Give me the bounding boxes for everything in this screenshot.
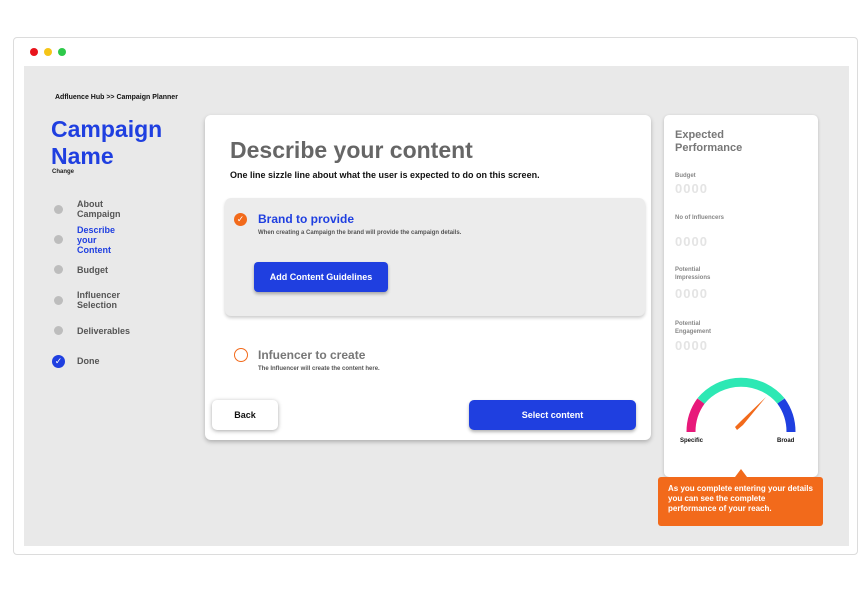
maximize-window-icon[interactable] [58, 48, 66, 56]
step-label: Deliverables [77, 325, 131, 336]
check-icon: ✓ [52, 354, 65, 368]
radio-checked-icon[interactable]: ✓ [234, 213, 247, 226]
breadcrumb: Adfluence Hub >> Campaign Planner [55, 94, 178, 101]
back-button[interactable]: Back [212, 400, 278, 430]
gauge-left-segment [686, 398, 705, 433]
add-content-guidelines-button[interactable]: Add Content Guidelines [254, 262, 388, 292]
select-content-button[interactable]: Select content [469, 400, 636, 430]
gauge-right-segment [777, 398, 796, 433]
performance-tooltip: As you complete entering your details yo… [658, 477, 823, 526]
metric-label-budget: Budget [675, 173, 696, 179]
metric-value-influencers: 0000 [675, 234, 708, 249]
minimize-window-icon[interactable] [44, 48, 52, 56]
app-canvas: Adfluence Hub >> Campaign Planner Campai… [24, 66, 849, 546]
window-controls [30, 48, 66, 56]
step-influencer-selection[interactable]: Influencer Selection [52, 285, 120, 315]
gauge-label-specific: Specific [680, 438, 704, 444]
page-title: Describe your content [230, 137, 473, 163]
campaign-name: Campaign Name [51, 116, 163, 169]
step-dot-icon [54, 204, 63, 214]
change-campaign-link[interactable]: Change [52, 169, 74, 175]
gauge-needle [735, 397, 766, 430]
gauge-middle-segment [697, 377, 785, 404]
step-label: About Campaign [77, 199, 121, 220]
metric-label-engagement: Potential Engagement [675, 321, 712, 335]
step-done[interactable]: ✓ Done [52, 346, 100, 376]
step-dot-icon [54, 265, 63, 275]
step-about-campaign[interactable]: About Campaign [52, 194, 121, 224]
expected-performance-panel: Expected Performance Budget 0000 No of I… [664, 115, 818, 477]
step-dot-icon [54, 235, 63, 245]
metric-value-budget: 0000 [675, 181, 708, 196]
metric-label-impressions: Potential Impressions [675, 267, 711, 281]
step-label: Done [77, 356, 100, 367]
option-description: The Influencer will create the content h… [258, 366, 380, 372]
gauge-label-broad: Broad [777, 438, 795, 444]
option-title: Infuencer to create [258, 348, 366, 362]
step-describe-content[interactable]: Describe your Content [52, 224, 115, 255]
content-card: Describe your content One line sizzle li… [205, 115, 651, 440]
step-budget[interactable]: Budget [52, 255, 108, 285]
close-window-icon[interactable] [30, 48, 38, 56]
option-title: Brand to provide [258, 212, 355, 226]
metric-label-influencers: No of Influencers [675, 215, 725, 221]
metric-value-engagement: 0000 [675, 338, 708, 353]
step-dot-icon [54, 295, 63, 305]
performance-title: Expected Performance [675, 129, 743, 154]
reach-gauge-icon [686, 377, 796, 433]
option-description: When creating a Campaign the brand will … [258, 230, 462, 236]
step-deliverables[interactable]: Deliverables [52, 316, 130, 346]
step-label: Budget [77, 264, 108, 275]
tooltip-arrow [735, 469, 747, 477]
metric-value-impressions: 0000 [675, 286, 708, 301]
app-window: Adfluence Hub >> Campaign Planner Campai… [13, 37, 858, 555]
step-list: About Campaign Describe your Content Bud… [52, 194, 130, 376]
page-subtitle: One line sizzle line about what the user… [230, 170, 540, 180]
radio-unchecked-icon[interactable] [234, 348, 248, 362]
step-label: Influencer Selection [77, 290, 121, 311]
step-label: Describe your Content [77, 224, 116, 255]
step-dot-icon [54, 326, 63, 336]
option-brand-to-provide[interactable]: ✓ Brand to provide When creating a Campa… [225, 198, 645, 316]
